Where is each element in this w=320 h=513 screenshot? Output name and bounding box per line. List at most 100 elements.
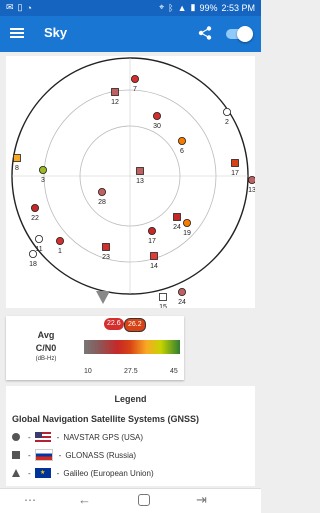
satellite-label: 13 [248,187,255,194]
cn0-label-unit: (dB-Hz) [35,356,57,362]
legend-text-glonass: GLONASS (Russia) [65,450,137,460]
cn0-bubble-glonass: 26.2 [124,318,146,332]
cn0-bubble-gps: 22.6 [104,318,124,330]
satellite-label: 17 [148,238,156,245]
satellite-marker [177,137,186,146]
cn0-gradient-bar [84,340,180,354]
email-icon: ✉ [6,2,14,12]
satellite-label: 3 [41,177,45,184]
satellite-marker [173,213,181,221]
legend-text-galileo: Galileo (European Union) [63,468,154,478]
home-icon[interactable] [138,494,150,506]
legend-row-gps: - - NAVSTAR GPS (USA) [12,430,143,444]
sky-view: 7 12 30 2 6 8 3 13 17 28 22 11 1 24 19 17 23 14 18 15 24 13 [6,56,255,308]
cn0-tick-min: 10 [84,368,92,375]
legend-title: Legend [114,394,147,404]
satellite-marker [222,108,231,117]
satellite-label: 17 [231,170,239,177]
legend-separator: - [56,432,60,442]
circle-shape-icon [12,433,20,441]
clock: 2:53 PM [221,2,255,13]
satellite-label: 11 [35,246,42,253]
legend-row-glonass: - - GLONASS (Russia) [12,448,136,462]
square-shape-icon [12,451,20,459]
legend-card: Legend Global Navigation Satellite Syste… [6,386,255,486]
legend-separator: - [56,468,60,478]
vibrate-icon: ▯ [17,2,23,12]
satellite-marker [182,218,191,227]
app-bar: Sky [0,16,261,52]
legend-separator: - [58,450,62,460]
satellite-marker [34,234,43,243]
overview-icon[interactable]: ⇥ [196,492,207,508]
back-icon[interactable]: ← [78,492,91,507]
status-bar: ✉ ▯ ◔ ⌖ ᛒ ▲ ▮ 99% 2:53 PM [0,0,261,16]
location-icon: ⌖ [159,2,165,12]
satellite-label: 23 [102,254,110,261]
satellite-marker [147,226,156,235]
satellite-marker [102,243,110,251]
satellite-label: 18 [29,261,37,268]
us-flag-icon [34,432,51,442]
share-icon[interactable] [198,26,212,40]
satellite-label: 19 [183,230,191,237]
sky-plot: 712302683 1317282211 1241917231418152413 [11,57,255,308]
satellite-marker [13,154,21,162]
cn0-label-cn0: C/N0 [35,343,57,353]
satellite-label: 1 [58,248,62,255]
satellite-marker [152,112,161,121]
wifi-icon: ◔ [26,2,32,13]
satellite-marker [136,167,144,175]
satellite-label: 2 [225,119,229,126]
satellite-marker [231,159,239,167]
cn0-tick-mid: 27.5 [124,368,138,375]
menu-icon[interactable] [10,26,24,40]
battery-icon: ▮ [190,2,196,12]
satellite-marker [150,252,158,260]
battery-text: 99% [199,2,218,13]
satellite-label: 30 [153,123,161,130]
eu-flag-icon: ★ [34,468,51,478]
satellite-label: 13 [136,178,144,185]
bluetooth-icon: ᛒ [168,2,174,13]
satellite-label: 12 [111,99,119,106]
satellite-marker [28,249,37,258]
page-title: Sky [44,25,68,40]
toggle-knob [237,26,253,42]
satellite-marker [131,74,140,83]
nav-bar: ⋯ ← ⇥ [0,488,261,513]
toggle-switch[interactable] [226,26,253,42]
satellite-label: 24 [178,299,186,306]
satellite-label: 6 [180,148,184,155]
satellite-label: 15 [159,304,167,308]
legend-separator: - [28,450,31,460]
satellite-marker [177,287,186,296]
satellite-label: 22 [31,215,39,222]
satellite-label: 14 [150,263,158,270]
recent-apps-icon[interactable]: ⋯ [24,493,36,507]
satellite-marker [98,187,107,196]
signal-icon: ▲ [177,2,187,13]
triangle-shape-icon [12,469,20,477]
satellite-label: 28 [98,199,106,206]
cn0-label-avg: Avg [37,330,55,340]
legend-subtitle: Global Navigation Satellite Systems (GNS… [12,414,200,424]
satellite-marker [56,236,65,245]
status-right: ⌖ ᛒ ▲ ▮ 99% 2:53 PM [159,2,255,13]
cn0-tick-max: 45 [170,368,178,375]
heading-indicator [96,291,110,304]
legend-text-gps: NAVSTAR GPS (USA) [63,432,144,442]
legend-separator: - [28,468,31,478]
satellite-marker [111,88,119,96]
satellite-label: 7 [133,86,137,93]
cn0-card: Avg C/N0 (dB-Hz) 22.6 26.2 10 27.5 45 [6,316,184,380]
russia-flag-icon [34,449,53,461]
status-left: ✉ ▯ ◔ [6,2,32,13]
satellite-marker [248,176,255,184]
legend-separator: - [28,432,31,442]
satellite-label: 8 [15,165,19,172]
satellites-layer: 712302683 1317282211 1241917231418152413 [13,74,255,308]
satellite-marker [159,293,167,301]
legend-row-galileo: - ★ - Galileo (European Union) [12,466,154,480]
satellite-marker [30,203,39,212]
